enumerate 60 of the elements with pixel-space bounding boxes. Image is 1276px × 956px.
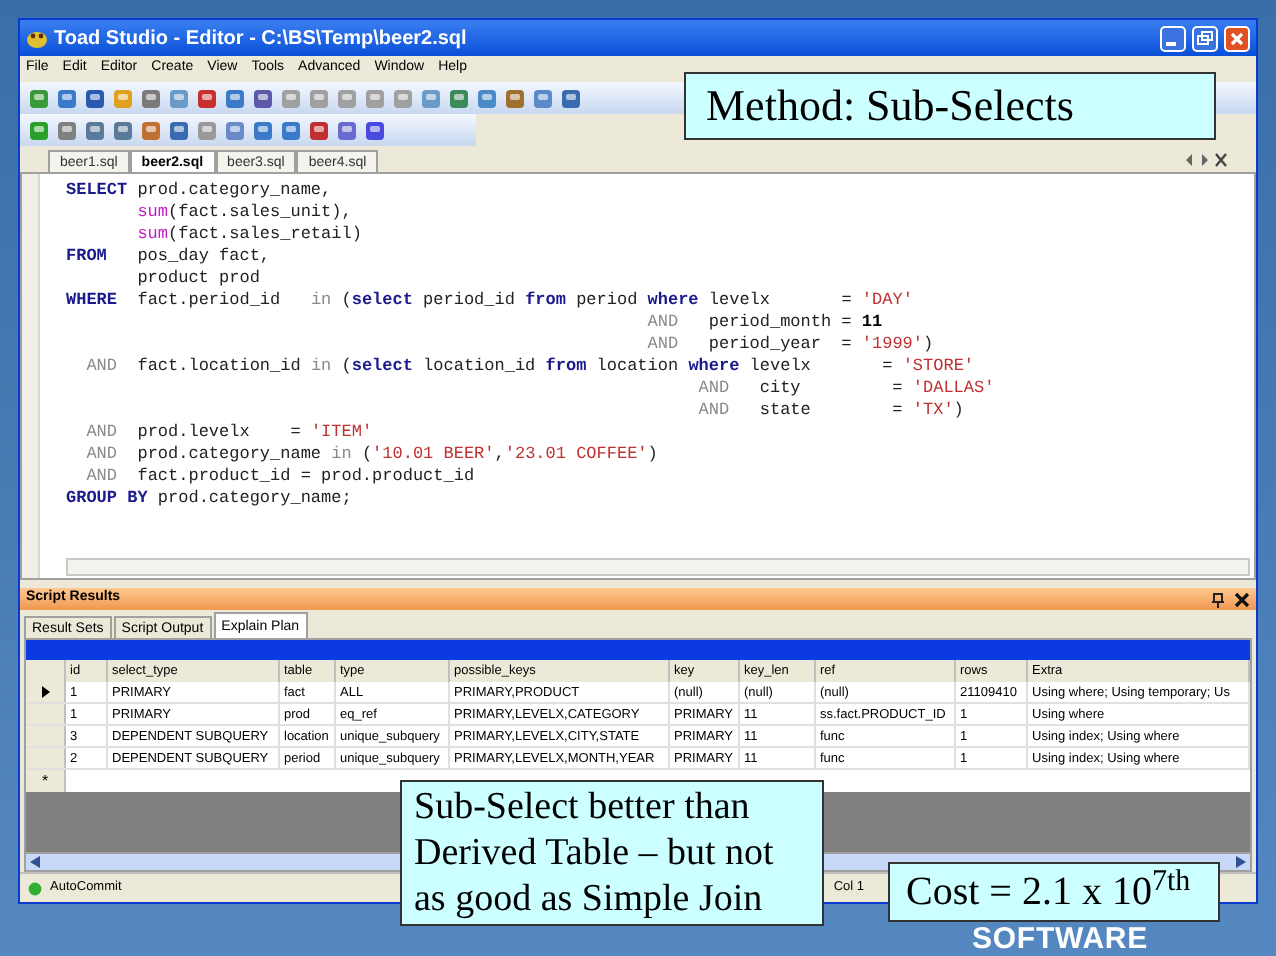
code-line: AND fact.product_id = prod.product_id: [84, 466, 475, 488]
code-line: AND city = 'DALLAS': [696, 378, 995, 400]
code-line: FROM pos_day fact,: [66, 246, 271, 268]
toolbar-icon[interactable]: [252, 119, 274, 141]
code-line: AND state = 'TX'): [696, 400, 964, 422]
code-line: AND prod.category_name in ('10.01 BEER','23.01 COFFEE'): [84, 444, 658, 466]
code-line: AND period_year = '1999'): [645, 334, 934, 356]
toolbar-icon[interactable]: [56, 119, 78, 141]
callout-box: Sub-Select better than Derived Table – but not as good as Simple Join: [400, 780, 824, 926]
code-line: GROUP BY prod.category_name;: [66, 488, 352, 510]
logo-text: SOFTWARE: [972, 924, 1148, 954]
toolbar-icon[interactable]: [532, 87, 554, 109]
row-header[interactable]: [26, 682, 66, 702]
tab-navigation-icon[interactable]: [1184, 152, 1228, 168]
toolbar-icon[interactable]: [504, 87, 526, 109]
toolbar-icon[interactable]: [140, 87, 162, 109]
toolbar-icon[interactable]: [364, 119, 386, 141]
code-editor[interactable]: [20, 172, 1256, 580]
close-icon[interactable]: [1234, 591, 1250, 607]
scroll-left-icon[interactable]: [30, 856, 40, 868]
window-title: Toad Studio - Editor - C:\BS\Temp\beer2.sql: [54, 25, 467, 53]
toolbar-icon[interactable]: [196, 87, 218, 109]
toolbar-icon[interactable]: [28, 87, 50, 109]
toolbar-icon[interactable]: [84, 119, 106, 141]
toolbar-icon[interactable]: [420, 87, 442, 109]
minimize-icon[interactable]: [1160, 25, 1186, 51]
toolbar-icon[interactable]: [168, 119, 190, 141]
code-line: AND fact.location_id in (select location_id from location where levelx = 'STORE': [84, 356, 975, 378]
toolbar-icon[interactable]: [224, 119, 246, 141]
toolbar-icon[interactable]: [28, 119, 50, 141]
pin-icon[interactable]: [1210, 591, 1226, 607]
scroll-right-icon[interactable]: [1236, 856, 1246, 868]
toolbar-icon[interactable]: [224, 87, 246, 109]
toolbar-icon[interactable]: [168, 87, 190, 109]
toolbar-icon[interactable]: [140, 119, 162, 141]
toolbar-icon[interactable]: [196, 119, 218, 141]
status-dot-icon: [28, 881, 42, 895]
code-line: sum(fact.sales_unit),: [135, 202, 352, 224]
toolbar-icon[interactable]: [308, 119, 330, 141]
restore-icon[interactable]: [1192, 25, 1218, 51]
horizontal-scrollbar[interactable]: [66, 558, 1250, 576]
toolbar-icon[interactable]: [336, 119, 358, 141]
toolbar-icon[interactable]: [84, 87, 106, 109]
toolbar-icon[interactable]: [112, 119, 134, 141]
code-line: product prod: [135, 268, 260, 290]
code-line: WHERE fact.period_id in (select period_id from period where levelx = 'DAY': [66, 290, 913, 312]
toolbar-icon[interactable]: [252, 87, 274, 109]
code-line: AND period_month = 11: [645, 312, 883, 334]
code-line: sum(fact.sales_retail): [135, 224, 362, 246]
toolbar-icon[interactable]: [56, 87, 78, 109]
toolbar-icon[interactable]: [476, 87, 498, 109]
callout-box: Method: Sub-Selects: [684, 72, 1216, 140]
toolbar-icon[interactable]: [448, 87, 470, 109]
new-row-marker[interactable]: *: [26, 770, 66, 792]
callout-box: Cost = 2.1 x 10$^{7th}$: [888, 862, 1220, 922]
code-line: SELECT prod.category_name,: [66, 180, 332, 202]
toolbar-icon[interactable]: [280, 119, 302, 141]
code-line: AND prod.levelx = 'ITEM': [84, 422, 373, 444]
toad-logo-icon: [26, 27, 48, 49]
toolbar-icon[interactable]: [560, 87, 582, 109]
